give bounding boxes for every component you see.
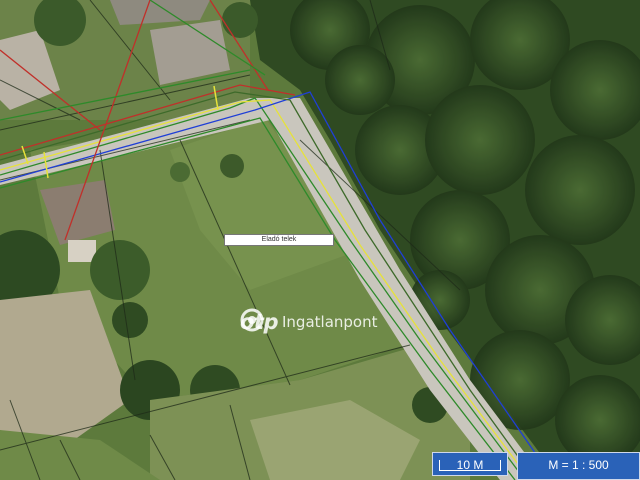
watermark-subtitle: Ingatlanpont: [282, 313, 378, 331]
scale-ratio: M = 1 : 500: [517, 452, 640, 480]
map-view[interactable]: Eladó telek otp Ingatlanpont 10 M M = 1 …: [0, 0, 640, 480]
scale-bar: 10 M: [432, 452, 508, 476]
plot-label: Eladó telek: [224, 234, 334, 246]
scale-bar-label: 10 M: [456, 458, 484, 472]
watermark: otp Ingatlanpont: [240, 308, 377, 336]
otp-logo-icon: [240, 308, 264, 332]
